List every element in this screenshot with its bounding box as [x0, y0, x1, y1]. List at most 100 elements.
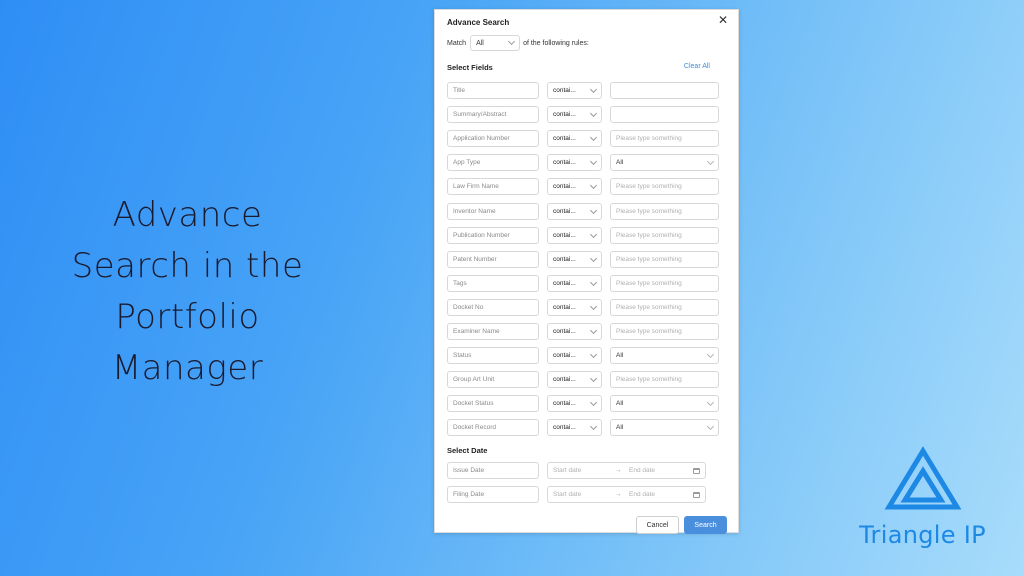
field-name-value: Docket No	[453, 304, 483, 311]
value-select[interactable]: All	[610, 154, 719, 171]
operator-value: contai...	[553, 280, 576, 287]
value-input[interactable]: Please type something	[610, 178, 719, 195]
value-text: All	[616, 424, 623, 431]
chevron-down-icon	[590, 278, 597, 285]
operator-select[interactable]: contai...	[547, 227, 602, 244]
chevron-down-icon	[590, 230, 597, 237]
operator-select[interactable]: contai...	[547, 106, 602, 123]
value-input[interactable]: Please type something	[610, 299, 719, 316]
brand-logo: Triangle IP	[850, 445, 995, 549]
date-field-select[interactable]: Filing Date	[447, 486, 539, 503]
chevron-down-icon	[590, 85, 597, 92]
field-name-select[interactable]: Tags	[447, 275, 539, 292]
value-text: All	[616, 400, 623, 407]
field-name-select[interactable]: Examiner Name	[447, 323, 539, 340]
field-name-select[interactable]: Docket No	[447, 299, 539, 316]
operator-select[interactable]: contai...	[547, 82, 602, 99]
value-text: Please type something	[616, 280, 682, 287]
operator-value: contai...	[553, 111, 576, 118]
value-text: Please type something	[616, 232, 682, 239]
field-name-select[interactable]: Patent Number	[447, 251, 539, 268]
field-name-select[interactable]: Docket Record	[447, 419, 539, 436]
field-name-select[interactable]: Status	[447, 347, 539, 364]
field-name-select[interactable]: Publication Number	[447, 227, 539, 244]
hero-title-line: Search in the	[30, 241, 345, 292]
value-input[interactable]: Please type something	[610, 203, 719, 220]
chevron-down-icon	[590, 157, 597, 164]
date-field-value: Issue Date	[453, 467, 484, 474]
match-select[interactable]: All	[470, 35, 520, 51]
operator-select[interactable]: contai...	[547, 299, 602, 316]
field-name-value: Docket Record	[453, 424, 496, 431]
field-name-value: Patent Number	[453, 256, 497, 263]
value-input[interactable]: Please type something	[610, 371, 719, 388]
date-field-value: Filing Date	[453, 491, 484, 498]
hero-title: Advance Search in the Portfolio Manager	[30, 190, 345, 394]
field-name-select[interactable]: Title	[447, 82, 539, 99]
field-name-select[interactable]: Group Art Unit	[447, 371, 539, 388]
advance-search-dialog: Advance Search ✕ Match All of the follow…	[434, 9, 739, 533]
chevron-down-icon	[590, 109, 597, 116]
field-name-select[interactable]: Law Firm Name	[447, 178, 539, 195]
value-text: Please type something	[616, 208, 682, 215]
field-name-select[interactable]: Inventor Name	[447, 203, 539, 220]
value-text: Please type something	[616, 183, 682, 190]
field-name-select[interactable]: App Type	[447, 154, 539, 171]
date-range-picker[interactable]: Start date→End date	[547, 462, 706, 479]
chevron-down-icon	[590, 302, 597, 309]
operator-select[interactable]: contai...	[547, 251, 602, 268]
value-text: Please type something	[616, 376, 682, 383]
clear-all-link[interactable]: Clear All	[684, 63, 710, 70]
value-input[interactable]	[610, 106, 719, 123]
start-date-placeholder: Start date	[553, 467, 615, 474]
value-input[interactable]: Please type something	[610, 323, 719, 340]
field-name-value: Publication Number	[453, 232, 510, 239]
match-select-value: All	[476, 40, 484, 47]
value-input[interactable]: Please type something	[610, 275, 719, 292]
hero-title-line: Advance	[30, 190, 345, 241]
field-name-value: Group Art Unit	[453, 376, 494, 383]
start-date-placeholder: Start date	[553, 491, 615, 498]
operator-select[interactable]: contai...	[547, 130, 602, 147]
operator-select[interactable]: contai...	[547, 275, 602, 292]
field-name-select[interactable]: Application Number	[447, 130, 539, 147]
operator-value: contai...	[553, 352, 576, 359]
operator-select[interactable]: contai...	[547, 347, 602, 364]
value-input[interactable]	[610, 82, 719, 99]
cancel-button[interactable]: Cancel	[636, 516, 679, 534]
field-name-value: Examiner Name	[453, 328, 500, 335]
operator-select[interactable]: contai...	[547, 419, 602, 436]
field-name-value: App Type	[453, 159, 480, 166]
operator-select[interactable]: contai...	[547, 203, 602, 220]
date-field-select[interactable]: Issue Date	[447, 462, 539, 479]
operator-value: contai...	[553, 159, 576, 166]
field-name-select[interactable]: Docket Status	[447, 395, 539, 412]
operator-value: contai...	[553, 256, 576, 263]
chevron-down-icon	[590, 374, 597, 381]
match-label: Match	[447, 40, 466, 47]
value-text: Please type something	[616, 304, 682, 311]
chevron-down-icon	[590, 398, 597, 405]
close-icon[interactable]: ✕	[718, 14, 728, 26]
chevron-down-icon	[590, 350, 597, 357]
field-name-select[interactable]: Summary/Abstract	[447, 106, 539, 123]
operator-select[interactable]: contai...	[547, 154, 602, 171]
select-date-heading: Select Date	[447, 446, 487, 455]
operator-select[interactable]: contai...	[547, 323, 602, 340]
operator-select[interactable]: contai...	[547, 395, 602, 412]
value-select[interactable]: All	[610, 395, 719, 412]
field-name-value: Application Number	[453, 135, 510, 142]
operator-select[interactable]: contai...	[547, 371, 602, 388]
value-select[interactable]: All	[610, 419, 719, 436]
value-input[interactable]: Please type something	[610, 227, 719, 244]
value-input[interactable]: Please type something	[610, 130, 719, 147]
value-text: Please type something	[616, 256, 682, 263]
value-input[interactable]: Please type something	[610, 251, 719, 268]
search-button[interactable]: Search	[684, 516, 727, 534]
match-rule-row: Match All of the following rules:	[447, 35, 589, 51]
value-select[interactable]: All	[610, 347, 719, 364]
dialog-title: Advance Search	[447, 18, 509, 27]
chevron-down-icon	[590, 254, 597, 261]
operator-select[interactable]: contai...	[547, 178, 602, 195]
date-range-picker[interactable]: Start date→End date	[547, 486, 706, 503]
